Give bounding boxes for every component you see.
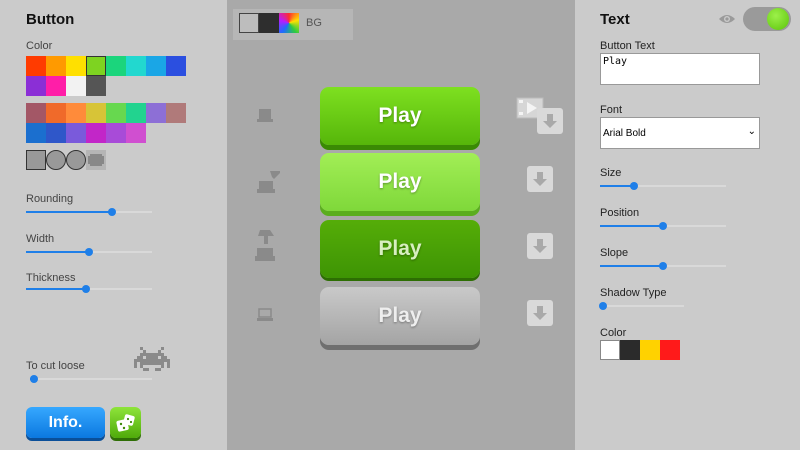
color-swatch[interactable] — [66, 56, 86, 76]
random-button[interactable] — [110, 407, 141, 438]
font-select-value: Arial Bold — [603, 128, 646, 139]
play-button-disabled-label: Play — [378, 304, 422, 327]
shape-pixel-option[interactable] — [86, 150, 106, 170]
text-color-swatch[interactable] — [640, 340, 660, 360]
bg-dark-option[interactable] — [259, 13, 279, 33]
button-text-input[interactable]: Play — [600, 53, 760, 85]
play-button-pressed-label: Play — [378, 237, 422, 260]
panel-title-text: Text — [600, 11, 630, 28]
chevron-down-icon: ⌄ — [747, 126, 756, 137]
color-swatch[interactable] — [46, 123, 66, 143]
state-pressed-icon — [254, 228, 280, 269]
position-slider[interactable] — [600, 222, 726, 230]
color-swatch[interactable] — [166, 56, 186, 76]
pixel-shape-icon — [88, 154, 104, 166]
shape-circle-option[interactable] — [66, 150, 86, 170]
size-label: Size — [600, 167, 622, 179]
color-swatch[interactable] — [106, 103, 126, 123]
button-text-label: Button Text — [600, 40, 655, 52]
color-swatch[interactable] — [26, 76, 46, 96]
position-label: Position — [600, 207, 640, 219]
text-color-swatch[interactable] — [660, 340, 680, 360]
play-button-hover-label: Play — [378, 170, 422, 193]
text-settings-panel: Text Button Text Play Font Arial Bold ⌄ … — [575, 0, 800, 450]
shape-rounded-option[interactable] — [46, 150, 66, 170]
download-arrow-icon — [533, 306, 547, 320]
font-select[interactable]: Arial Bold ⌄ — [600, 117, 760, 149]
color-swatch[interactable] — [126, 123, 146, 143]
size-slider[interactable] — [600, 182, 726, 190]
rounding-label: Rounding — [26, 193, 74, 205]
state-normal-icon — [256, 107, 276, 130]
rounding-slider[interactable] — [26, 208, 152, 216]
color-swatch[interactable] — [126, 56, 146, 76]
thickness-label: Thickness — [26, 272, 76, 284]
state-hover-icon — [256, 167, 282, 200]
panel-title-button: Button — [26, 11, 75, 28]
color-swatch[interactable] — [66, 123, 86, 143]
text-color-label: Color — [600, 327, 627, 339]
dice-icon — [115, 413, 135, 432]
background-selector[interactable]: BG — [233, 9, 353, 40]
shadow-type-label: Shadow Type — [600, 287, 667, 299]
width-label: Width — [26, 233, 55, 245]
slope-slider[interactable] — [600, 262, 726, 270]
color-swatch[interactable] — [146, 103, 166, 123]
color-label: Color — [26, 40, 53, 52]
download-pressed-button[interactable] — [527, 233, 553, 259]
color-swatch[interactable] — [146, 56, 166, 76]
color-swatch[interactable] — [86, 103, 106, 123]
play-button-normal[interactable]: Play — [320, 87, 480, 145]
cut-loose-slider[interactable] — [29, 375, 152, 383]
thickness-slider[interactable] — [26, 285, 152, 293]
download-arrow-icon — [543, 114, 557, 128]
download-arrow-icon — [533, 239, 547, 253]
color-swatch[interactable] — [66, 103, 86, 123]
bg-colorful-option[interactable] — [279, 13, 299, 33]
slope-label: Slope — [600, 247, 629, 259]
eye-icon — [718, 12, 736, 31]
play-button-pressed[interactable]: Play — [320, 220, 480, 278]
cut-loose-label: To cut loose — [26, 360, 85, 372]
text-color-swatch[interactable] — [600, 340, 620, 360]
color-swatch[interactable] — [106, 56, 126, 76]
download-disabled-button[interactable] — [527, 300, 553, 326]
info-button-label: Info. — [48, 413, 83, 431]
bg-label: BG — [306, 17, 322, 29]
color-swatch[interactable] — [166, 103, 186, 123]
state-disabled-icon — [256, 307, 276, 328]
color-swatch[interactable] — [86, 123, 106, 143]
color-swatch[interactable] — [46, 103, 66, 123]
play-button-hover[interactable]: Play — [320, 153, 480, 211]
width-slider[interactable] — [26, 248, 152, 256]
download-normal-button[interactable] — [537, 108, 563, 134]
info-button[interactable]: Info. — [26, 407, 105, 438]
color-swatch[interactable] — [26, 123, 46, 143]
color-swatch[interactable] — [26, 103, 46, 123]
text-visibility-toggle[interactable] — [743, 7, 791, 31]
play-button-disabled[interactable]: Play — [320, 287, 480, 345]
play-button-normal-label: Play — [378, 104, 422, 127]
button-settings-panel: Button Color Rounding Width Thickness To… — [0, 0, 227, 450]
color-swatch[interactable] — [126, 103, 146, 123]
download-arrow-icon — [533, 172, 547, 186]
color-swatch[interactable] — [46, 56, 66, 76]
color-swatch[interactable] — [106, 123, 126, 143]
color-swatch[interactable] — [46, 76, 66, 96]
shape-square-option[interactable] — [26, 150, 46, 170]
shadow-type-slider[interactable] — [599, 302, 684, 310]
color-swatch[interactable] — [26, 56, 46, 76]
color-swatch[interactable] — [86, 56, 106, 76]
text-color-swatch[interactable] — [620, 340, 640, 360]
font-label: Font — [600, 104, 623, 116]
toggle-knob — [767, 8, 789, 30]
color-swatch[interactable] — [66, 76, 86, 96]
color-swatch[interactable] — [86, 76, 106, 96]
bg-light-option[interactable] — [239, 13, 259, 33]
download-hover-button[interactable] — [527, 166, 553, 192]
